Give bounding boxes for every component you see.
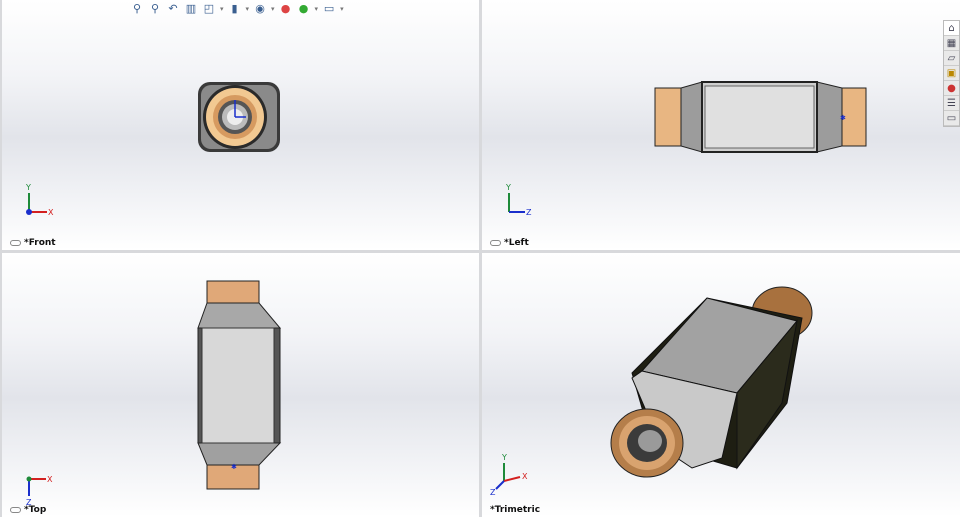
- link-views-icon[interactable]: [10, 240, 21, 246]
- svg-text:Z: Z: [490, 488, 496, 497]
- view-palette-icon[interactable]: ▣: [944, 66, 959, 81]
- viewport-label: *Trimetric: [490, 505, 541, 515]
- svg-text:Y: Y: [505, 183, 511, 192]
- appearances-icon[interactable]: ●: [944, 81, 959, 96]
- apply-scene-icon[interactable]: ●: [297, 2, 311, 16]
- view-settings-icon[interactable]: ▭: [322, 2, 336, 16]
- svg-text:X: X: [47, 475, 53, 484]
- axis-triad: Y Z: [505, 183, 532, 217]
- custom-properties-icon[interactable]: ☰: [944, 96, 959, 111]
- design-library-icon[interactable]: ▦: [944, 36, 959, 51]
- file-explorer-icon[interactable]: ▱: [944, 51, 959, 66]
- viewport-trimetric[interactable]: Y X Z *Trimetric: [482, 253, 960, 517]
- forum-icon[interactable]: ▭: [944, 111, 959, 126]
- link-views-icon[interactable]: [490, 240, 501, 246]
- axis-triad: Y X: [25, 183, 54, 217]
- view-orientation-icon[interactable]: ◰: [202, 2, 216, 16]
- display-style-icon[interactable]: ▮: [228, 2, 242, 16]
- viewport-front[interactable]: Y X *Front: [2, 0, 479, 250]
- link-views-icon[interactable]: [10, 507, 21, 513]
- previous-view-icon[interactable]: ↶: [166, 2, 180, 16]
- heads-up-view-toolbar: ⚲ ⚲ ↶ ▥ ◰ ▾ ▮ ▾ ◉ ▾ ● ● ▾ ▭ ▾: [130, 2, 344, 16]
- section-view-icon[interactable]: ▥: [184, 2, 198, 16]
- viewport-label: *Left: [490, 238, 529, 248]
- task-pane-tabs: ⌂ ▦ ▱ ▣ ● ☰ ▭: [943, 20, 960, 127]
- viewport-label: *Top: [10, 505, 46, 515]
- axis-triad: X Z: [26, 475, 53, 507]
- svg-text:X: X: [522, 472, 528, 481]
- zoom-to-fit-icon[interactable]: ⚲: [130, 2, 144, 16]
- viewport-top[interactable]: ✱ X Z *Top: [2, 253, 479, 517]
- svg-text:Z: Z: [526, 208, 532, 217]
- svg-text:Y: Y: [501, 453, 507, 462]
- viewport-left[interactable]: ✱ Y Z *Left: [482, 0, 960, 250]
- svg-text:Y: Y: [25, 183, 31, 192]
- svg-text:X: X: [48, 208, 54, 217]
- edit-appearance-icon[interactable]: ●: [279, 2, 293, 16]
- axis-triad: Y X Z: [490, 453, 528, 497]
- home-icon[interactable]: ⌂: [944, 21, 959, 36]
- hide-show-items-icon[interactable]: ◉: [253, 2, 267, 16]
- zoom-to-area-icon[interactable]: ⚲: [148, 2, 162, 16]
- viewport-label: *Front: [10, 238, 56, 248]
